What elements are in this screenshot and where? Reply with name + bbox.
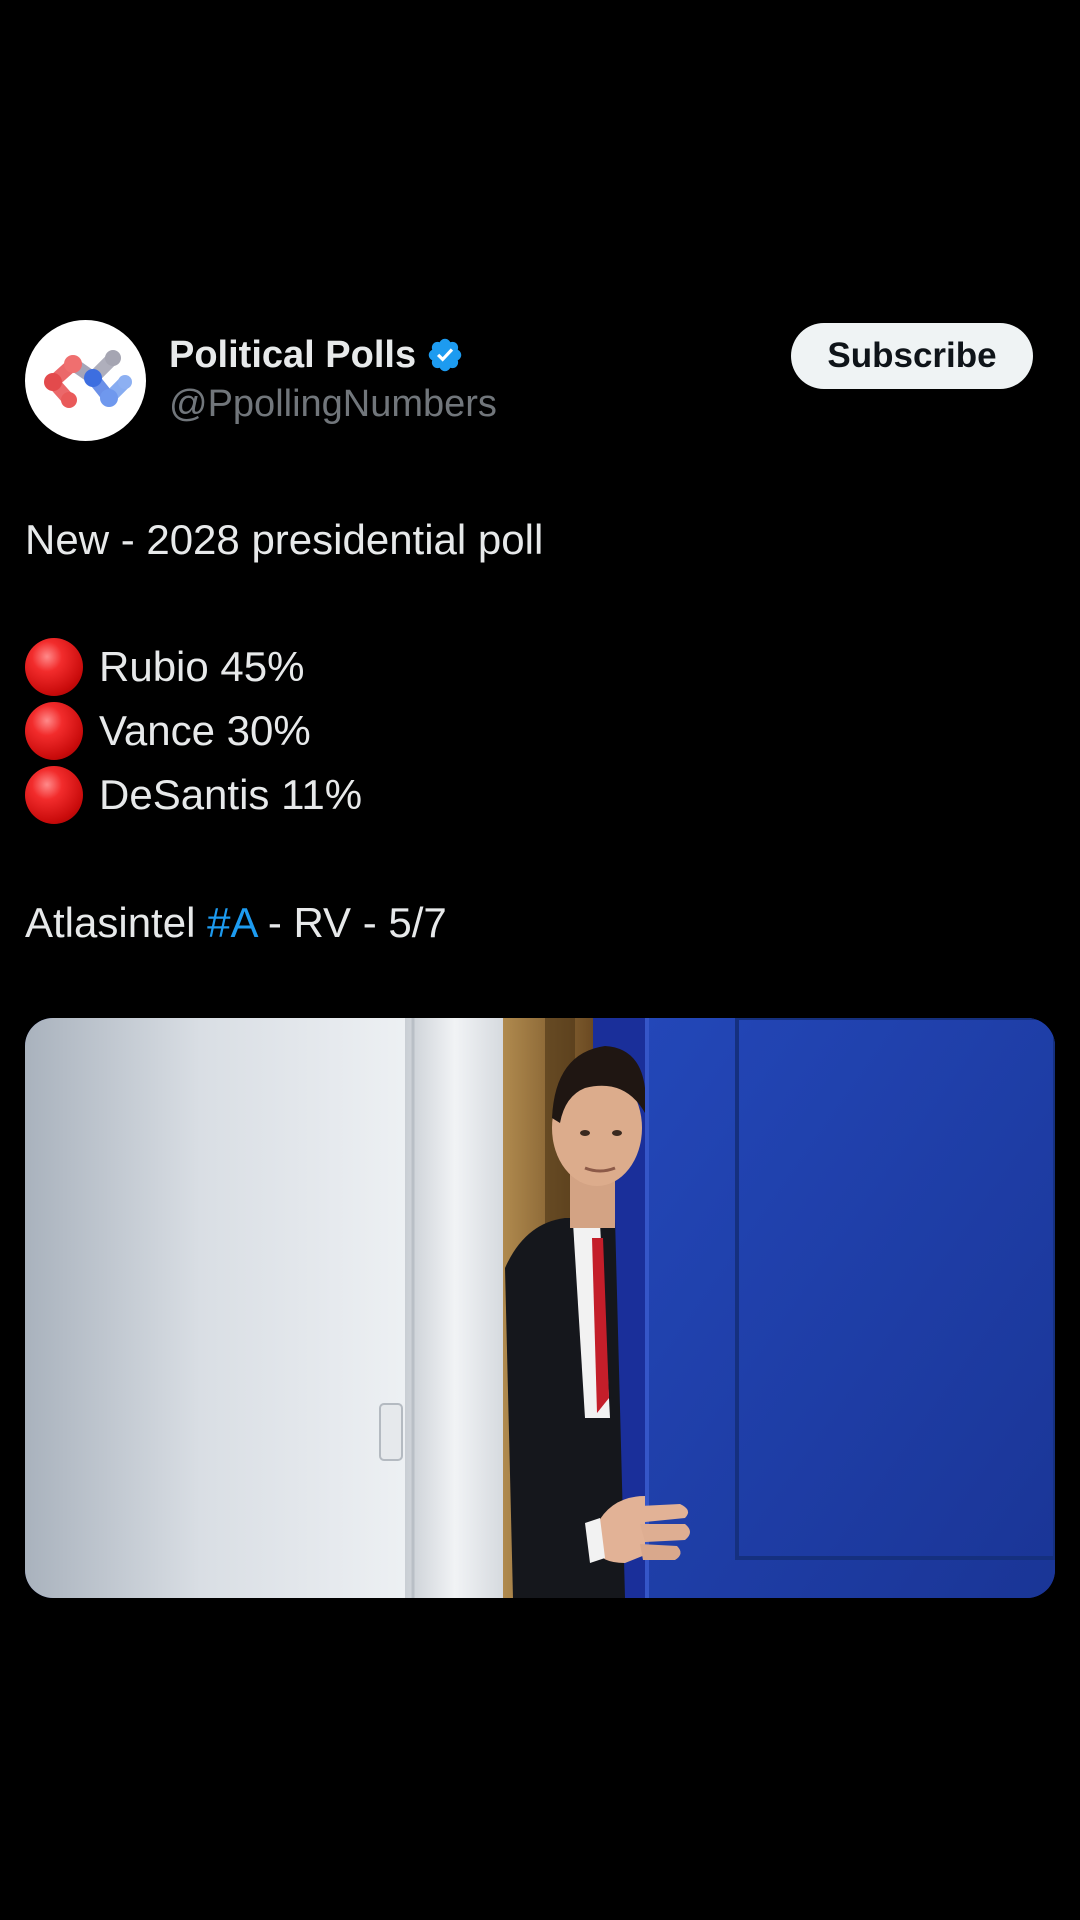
avatar[interactable] bbox=[25, 320, 146, 441]
poll-source-line: Atlasintel #A - RV - 5/7 bbox=[25, 898, 447, 948]
photo-man-behind-blue-door bbox=[25, 1018, 1055, 1598]
red-circle-icon bbox=[25, 702, 83, 760]
hashtag-link[interactable]: #A bbox=[207, 899, 256, 946]
poll-result-item: DeSantis 11% bbox=[25, 765, 362, 825]
subscribe-button[interactable]: Subscribe bbox=[791, 323, 1033, 389]
source-prefix: Atlasintel bbox=[25, 899, 208, 946]
handle[interactable]: @PpollingNumbers bbox=[169, 383, 497, 426]
author-name-row: Political Polls bbox=[169, 332, 464, 378]
verified-badge-icon[interactable] bbox=[426, 336, 464, 374]
source-suffix: - RV - 5/7 bbox=[256, 899, 447, 946]
poll-result-text: Vance 30% bbox=[99, 707, 311, 754]
post-card: Political Polls @PpollingNumbers Subscri… bbox=[0, 0, 1080, 1920]
network-logo-icon bbox=[44, 350, 132, 408]
display-name[interactable]: Political Polls bbox=[169, 334, 416, 377]
post-headline: New - 2028 presidential poll bbox=[25, 516, 544, 563]
poll-result-item: Rubio 45% bbox=[25, 637, 304, 697]
post-photo[interactable] bbox=[25, 1018, 1055, 1598]
poll-result-item: Vance 30% bbox=[25, 701, 311, 761]
poll-result-text: DeSantis 11% bbox=[99, 771, 363, 818]
poll-result-text: Rubio 45% bbox=[99, 643, 305, 690]
red-circle-icon bbox=[25, 638, 83, 696]
red-circle-icon bbox=[25, 766, 83, 824]
